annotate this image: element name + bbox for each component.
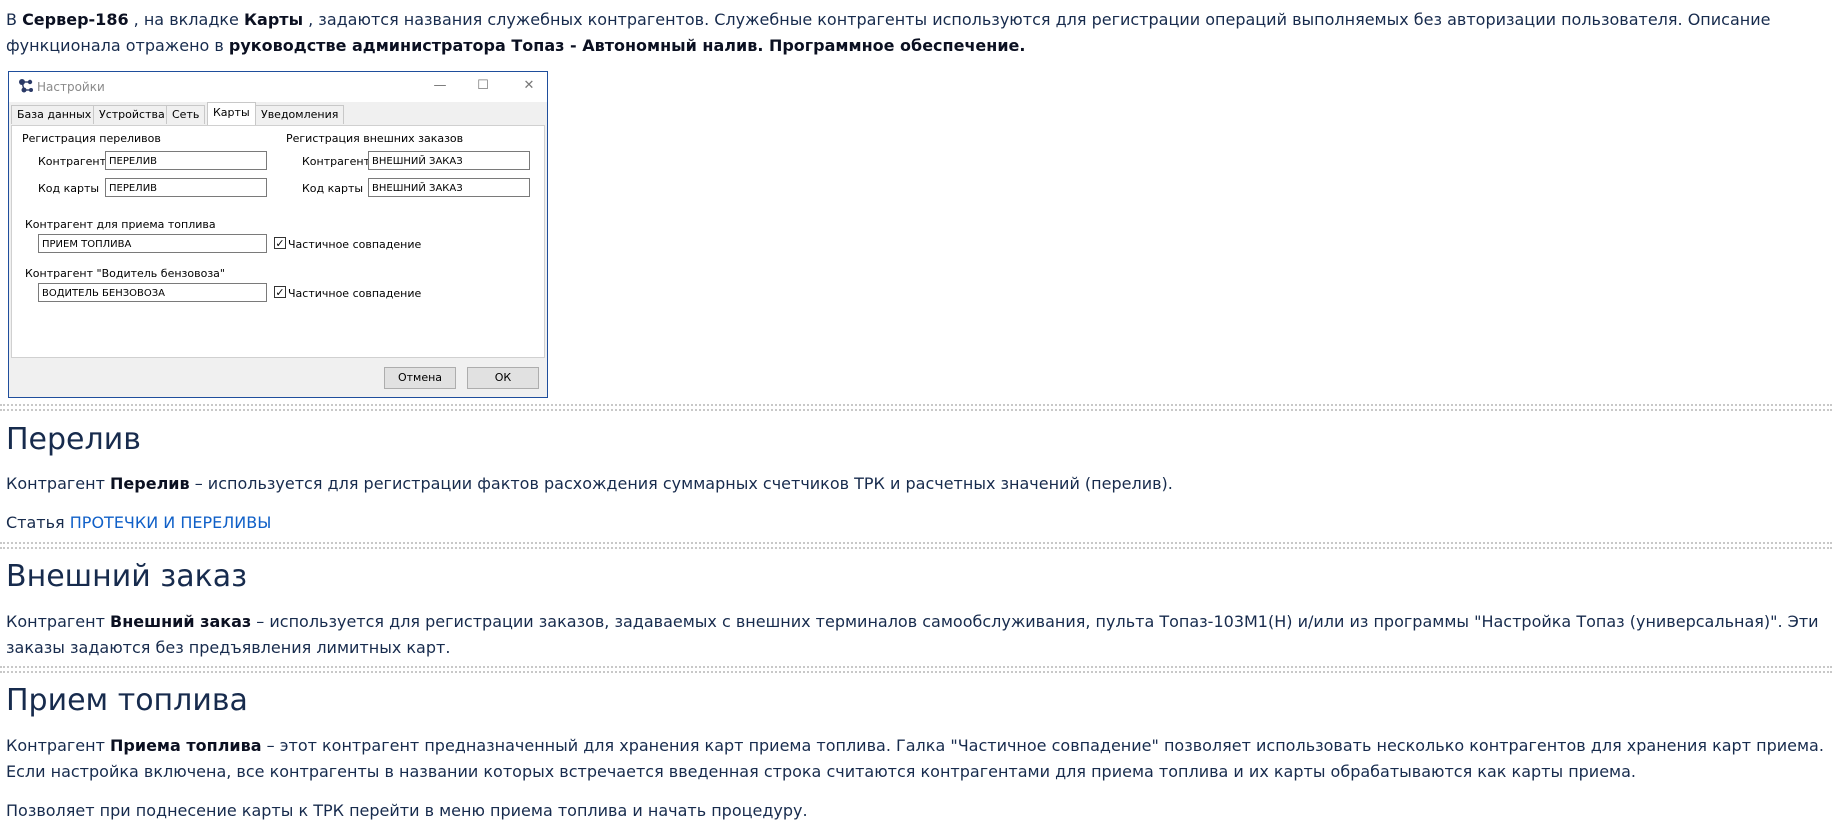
manual-reference: руководстве администратора Топаз - Автон…: [228, 36, 1026, 55]
fuel-receipt-partial-checkbox[interactable]: ✓: [274, 237, 286, 249]
overflow-paragraph: Контрагент Перелив – используется для ре…: [0, 471, 1832, 497]
cancel-button[interactable]: Отмена: [384, 367, 456, 389]
ext-orders-group-title: Регистрация внешних заказов: [286, 132, 464, 145]
driver-partial-checkbox[interactable]: ✓: [274, 286, 286, 298]
close-icon[interactable]: ✕: [518, 76, 540, 96]
tab-database[interactable]: База данных: [11, 105, 98, 124]
external-term: Внешний заказ: [110, 612, 252, 631]
ext-orders-counterparty-input[interactable]: ВНЕШНИЙ ЗАКАЗ: [368, 151, 530, 170]
intro-text-2: , на вкладке: [128, 10, 244, 29]
overflow-card-input[interactable]: ПЕРЕЛИВ: [105, 178, 267, 197]
fuel-receipt-paragraph: Контрагент Приема топлива – этот контраг…: [0, 733, 1832, 785]
tab-network[interactable]: Сеть: [166, 105, 206, 124]
section-divider: [0, 404, 1832, 406]
server-name: Сервер-186: [22, 10, 129, 29]
section-divider: [0, 666, 1832, 668]
overflow-group-title: Регистрация переливов: [22, 132, 161, 145]
fuel-receipt-partial-label: Частичное совпадение: [288, 238, 422, 251]
dialog-title: Настройки: [37, 80, 105, 94]
heading-overflow: Перелив: [6, 422, 141, 457]
maximize-icon[interactable]: ☐: [472, 76, 494, 96]
section-divider: [0, 547, 1832, 549]
fuel-receipt-input[interactable]: ПРИЕМ ТОПЛИВА: [38, 234, 267, 253]
overflow-card-label: Код карты: [38, 182, 100, 195]
settings-dialog: Настройки — ☐ ✕ База данных Устройства С…: [8, 71, 548, 398]
article-paragraph: Статья ПРОТЕЧКИ И ПЕРЕЛИВЫ: [0, 510, 1832, 536]
minimize-icon[interactable]: —: [429, 76, 451, 96]
receipt-text-2: – этот контрагент предназначенный для хр…: [6, 736, 1824, 781]
external-text-2: – используется для регистрации заказов, …: [6, 612, 1819, 657]
tab-notifications[interactable]: Уведомления: [255, 105, 345, 124]
heading-external-order: Внешний заказ: [6, 559, 248, 594]
overflow-text-1: Контрагент: [6, 474, 111, 493]
fuel-receipt-note: Позволяет при поднесение карты к ТРК пер…: [6, 801, 808, 820]
overflow-term: Перелив: [110, 474, 190, 493]
section-divider: [0, 409, 1832, 411]
dialog-titlebar: Настройки — ☐ ✕: [9, 72, 547, 102]
tab-cards[interactable]: Карты: [207, 102, 256, 125]
cards-tab-panel: Регистрация переливов Контрагент ПЕРЕЛИВ…: [11, 125, 545, 358]
external-order-paragraph: Контрагент Внешний заказ – используется …: [0, 609, 1832, 661]
driver-input[interactable]: ВОДИТЕЛЬ БЕНЗОВОЗА: [38, 283, 267, 302]
app-icon: [19, 79, 33, 93]
ext-orders-card-input[interactable]: ВНЕШНИЙ ЗАКАЗ: [368, 178, 530, 197]
receipt-text-1: Контрагент: [6, 736, 111, 755]
ext-orders-card-label: Код карты: [302, 182, 364, 195]
section-divider: [0, 671, 1832, 673]
heading-fuel-receipt: Прием топлива: [6, 683, 248, 718]
intro-text-1: В: [6, 10, 23, 29]
section-divider: [0, 542, 1832, 544]
ok-button[interactable]: ОК: [467, 367, 539, 389]
intro-paragraph: В Сервер-186 , на вкладке Карты , задают…: [0, 7, 1832, 59]
overflow-counterparty-label: Контрагент: [38, 155, 107, 168]
receipt-term: Приема топлива: [110, 736, 262, 755]
tab-devices[interactable]: Устройства: [93, 105, 171, 124]
driver-partial-label: Частичное совпадение: [288, 287, 422, 300]
overflow-text-2: – используется для регистрации фактов ра…: [189, 474, 1173, 493]
article-label: Статья: [6, 513, 70, 532]
article-link[interactable]: ПРОТЕЧКИ И ПЕРЕЛИВЫ: [70, 513, 272, 532]
fuel-receipt-label: Контрагент для приема топлива: [25, 218, 216, 231]
external-text-1: Контрагент: [6, 612, 111, 631]
tab-name: Карты: [243, 10, 304, 29]
ext-orders-counterparty-label: Контрагент: [302, 155, 371, 168]
overflow-counterparty-input[interactable]: ПЕРЕЛИВ: [105, 151, 267, 170]
driver-label: Контрагент "Водитель бензовоза": [25, 267, 225, 280]
